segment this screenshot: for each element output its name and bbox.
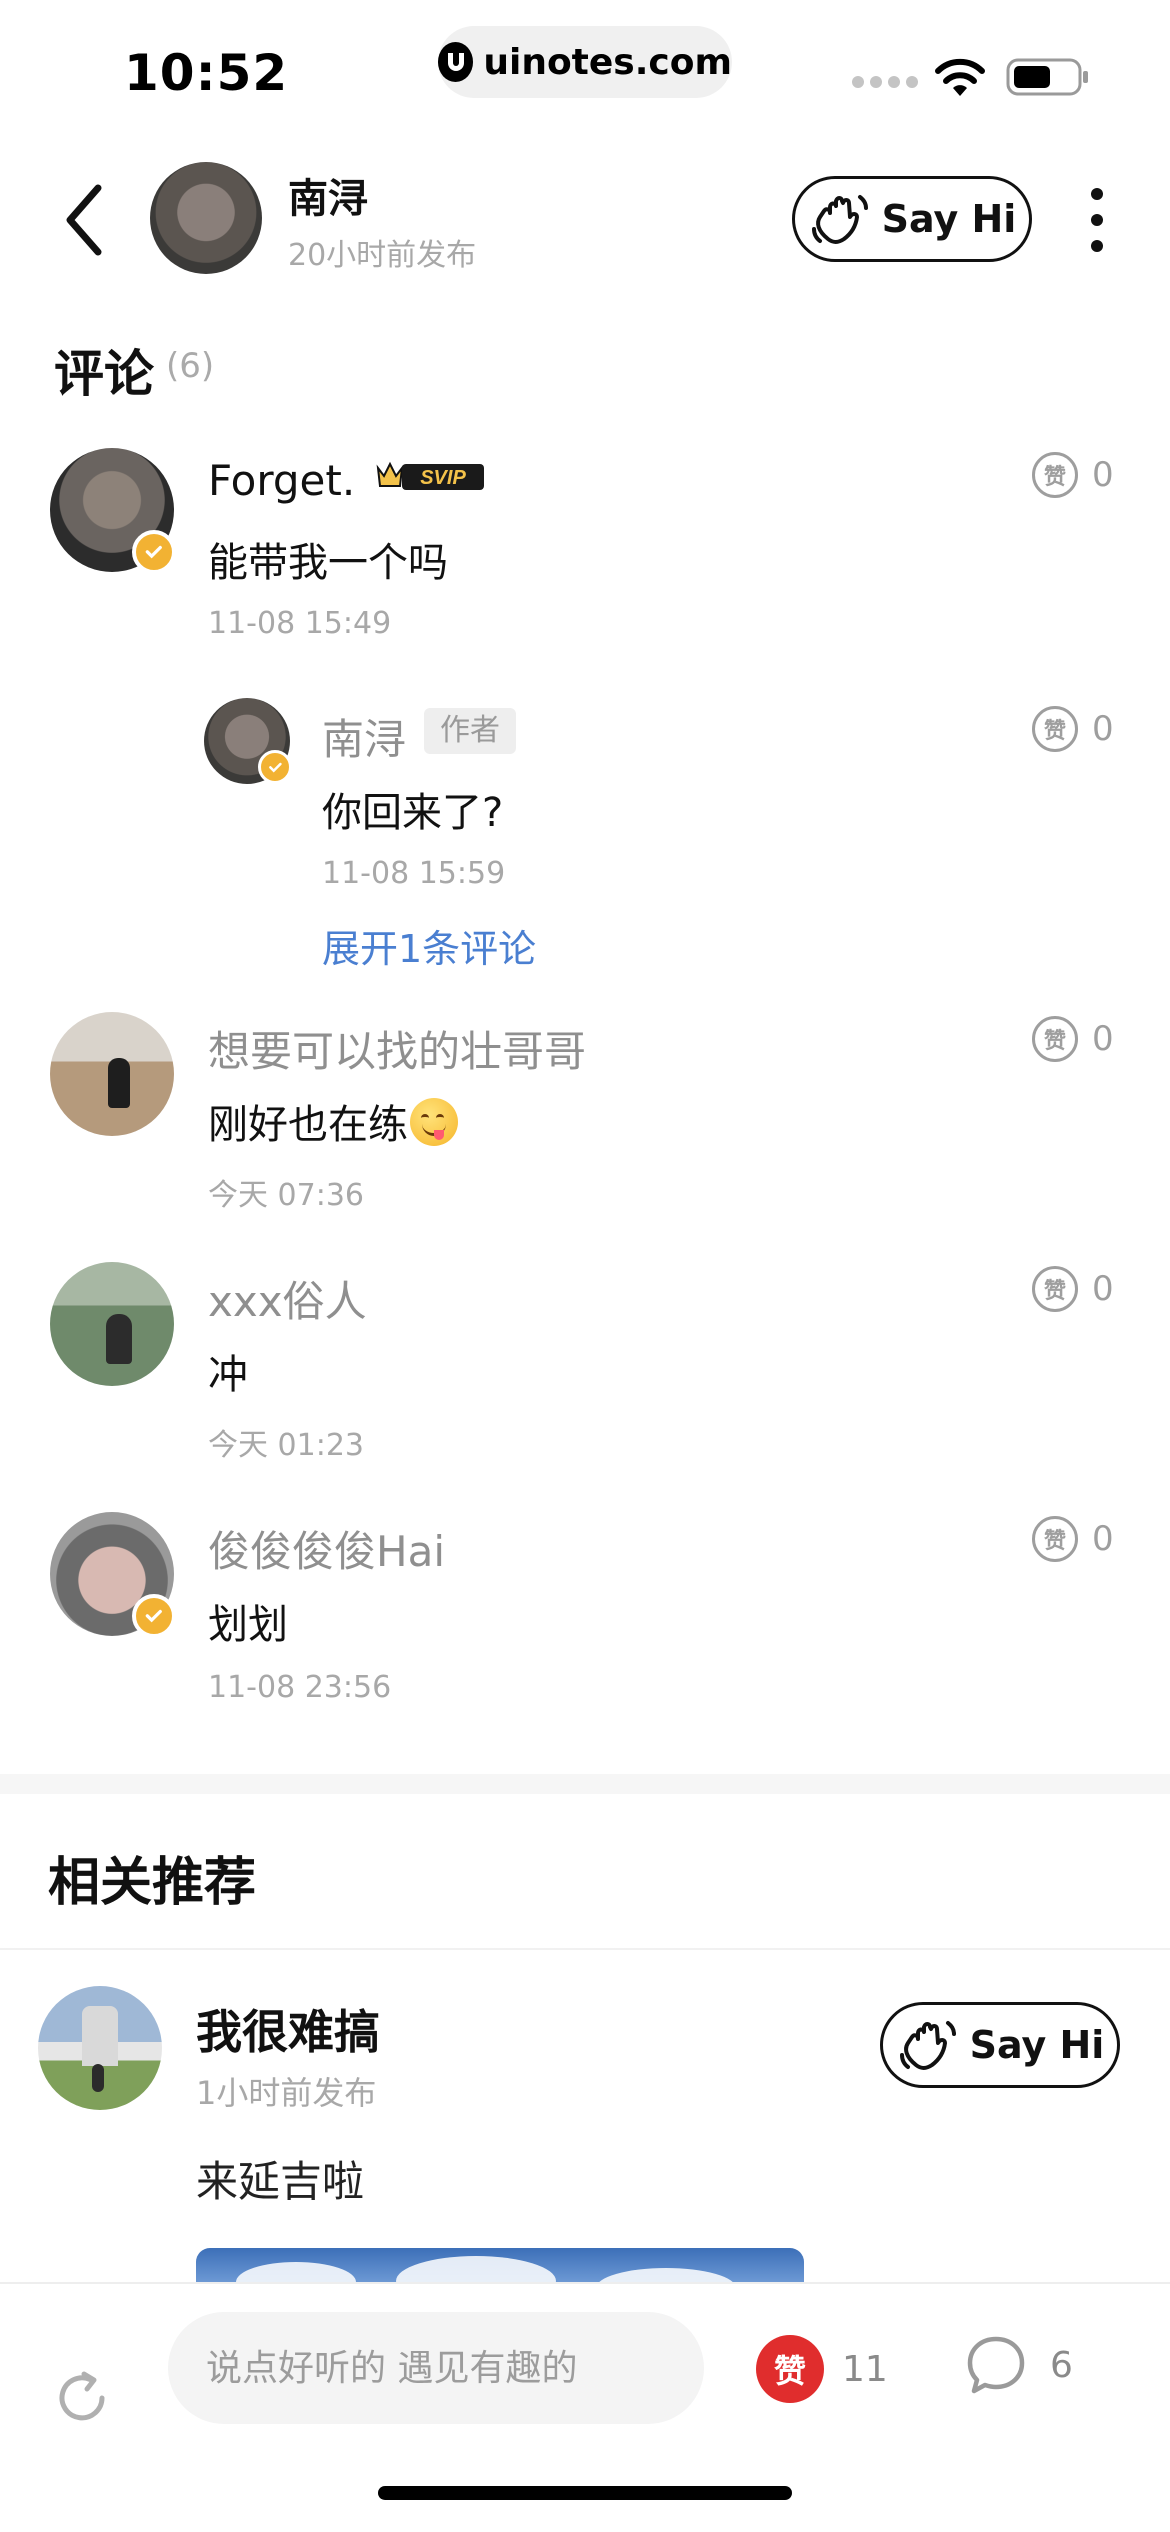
recommended-say-hi-button[interactable]: Say Hi <box>880 2002 1120 2088</box>
reply-time: 11-08 15:59 <box>322 856 506 891</box>
reply-avatar[interactable] <box>204 698 292 784</box>
post-like-count: 11 <box>842 2348 888 2390</box>
verified-badge-icon <box>132 530 176 574</box>
verified-badge-icon <box>132 1594 176 1638</box>
comment-text: 划划 <box>208 1602 288 1648</box>
comment-text: 冲 <box>208 1352 248 1398</box>
post-header: 南浔 20小时前发布 Say Hi <box>0 140 1170 300</box>
smiling-face-emoji-icon <box>410 1098 458 1146</box>
more-options-icon[interactable] <box>1086 188 1108 252</box>
author-tag: 作者 <box>424 708 516 754</box>
recommended-user-name[interactable]: 我很难搞 <box>196 1996 380 2062</box>
post-like-button[interactable]: 赞 11 <box>756 2335 888 2403</box>
say-hi-label: Say Hi <box>881 197 1017 241</box>
like-icon: 赞 <box>1032 1516 1078 1562</box>
comment-time: 11-08 23:56 <box>208 1670 392 1705</box>
comment-bubble-icon <box>967 2336 1025 2394</box>
like-icon: 赞 <box>1032 452 1078 498</box>
like-icon: 赞 <box>1032 706 1078 752</box>
reply-author-name[interactable]: 南浔 <box>322 706 406 767</box>
svip-badge-text: SVIP <box>420 467 466 489</box>
comment-like-button[interactable]: 赞 0 <box>1032 1016 1114 1062</box>
comment-text: 能带我一个吗 <box>208 540 448 586</box>
status-bar: 10:52 uinotes.com <box>0 0 1170 140</box>
comment-like-button[interactable]: 赞 0 <box>1032 452 1114 498</box>
waving-hand-icon <box>811 195 868 244</box>
reply-like-button[interactable]: 赞 0 <box>1032 706 1114 752</box>
comment-text-content: 刚好也在练 <box>208 1102 408 1148</box>
author-name[interactable]: 南浔 <box>288 166 368 224</box>
comments-count: (6) <box>166 346 215 386</box>
like-count: 0 <box>1092 1519 1114 1559</box>
post-comment-count: 6 <box>1050 2344 1073 2386</box>
uinotes-logo-icon <box>438 42 474 82</box>
comment-time: 今天 01:23 <box>208 1428 364 1463</box>
comment-like-button[interactable]: 赞 0 <box>1032 1266 1114 1312</box>
url-text: uinotes.com <box>483 41 732 83</box>
commenter-avatar[interactable] <box>50 1512 176 1638</box>
comment-input[interactable] <box>168 2312 704 2424</box>
battery-icon <box>1006 58 1088 96</box>
recommendations-title: 相关推荐 <box>48 1853 257 1913</box>
comment-time: 11-08 15:49 <box>208 606 392 641</box>
comment-like-button[interactable]: 赞 0 <box>1032 1516 1114 1562</box>
status-time: 10:52 <box>124 44 289 102</box>
url-pill[interactable]: uinotes.com <box>438 26 732 98</box>
like-count: 0 <box>1092 1269 1114 1309</box>
commenter-name[interactable]: 想要可以找的壮哥哥 <box>208 1018 586 1079</box>
like-count: 0 <box>1092 1019 1114 1059</box>
reply-text: 你回来了? <box>322 790 504 836</box>
like-count: 0 <box>1092 709 1114 749</box>
comment-text: 刚好也在练 <box>208 1092 458 1150</box>
commenter-name[interactable]: xxx俗人 <box>208 1268 367 1329</box>
like-icon: 赞 <box>756 2335 824 2403</box>
signal-dots-icon <box>852 76 918 88</box>
commenter-avatar[interactable] <box>50 448 176 574</box>
say-hi-button[interactable]: Say Hi <box>792 176 1032 262</box>
recommended-post-time: 1小时前发布 <box>196 2074 377 2112</box>
recommended-user-avatar[interactable] <box>38 1986 162 2110</box>
author-avatar[interactable] <box>150 162 262 274</box>
say-hi-label: Say Hi <box>969 2023 1105 2067</box>
like-icon: 赞 <box>1032 1016 1078 1062</box>
post-comment-button[interactable]: 6 <box>964 2333 1073 2397</box>
like-icon: 赞 <box>1032 1266 1078 1312</box>
waving-hand-icon <box>899 2021 956 2070</box>
comments-title: 评论 <box>54 345 154 403</box>
commenter-avatar[interactable] <box>50 1262 174 1386</box>
commenter-name[interactable]: Forget. <box>208 456 355 505</box>
svip-badge-icon: SVIP <box>376 461 484 490</box>
share-refresh-icon[interactable] <box>50 2366 114 2430</box>
verified-badge-icon <box>258 750 292 784</box>
comment-time: 今天 07:36 <box>208 1178 364 1213</box>
recommended-post-text: 来延吉啦 <box>196 2157 365 2206</box>
divider-line <box>0 1948 1170 1950</box>
section-divider <box>0 1774 1170 1794</box>
expand-replies-link[interactable]: 展开1条评论 <box>322 918 536 973</box>
back-arrow-icon[interactable] <box>60 180 110 260</box>
author-post-time: 20小时前发布 <box>288 238 477 273</box>
wifi-icon <box>935 58 985 96</box>
commenter-name[interactable]: 俊俊俊俊Hai <box>208 1518 445 1579</box>
home-indicator <box>378 2486 792 2500</box>
like-count: 0 <box>1092 455 1114 495</box>
commenter-avatar[interactable] <box>50 1012 174 1136</box>
